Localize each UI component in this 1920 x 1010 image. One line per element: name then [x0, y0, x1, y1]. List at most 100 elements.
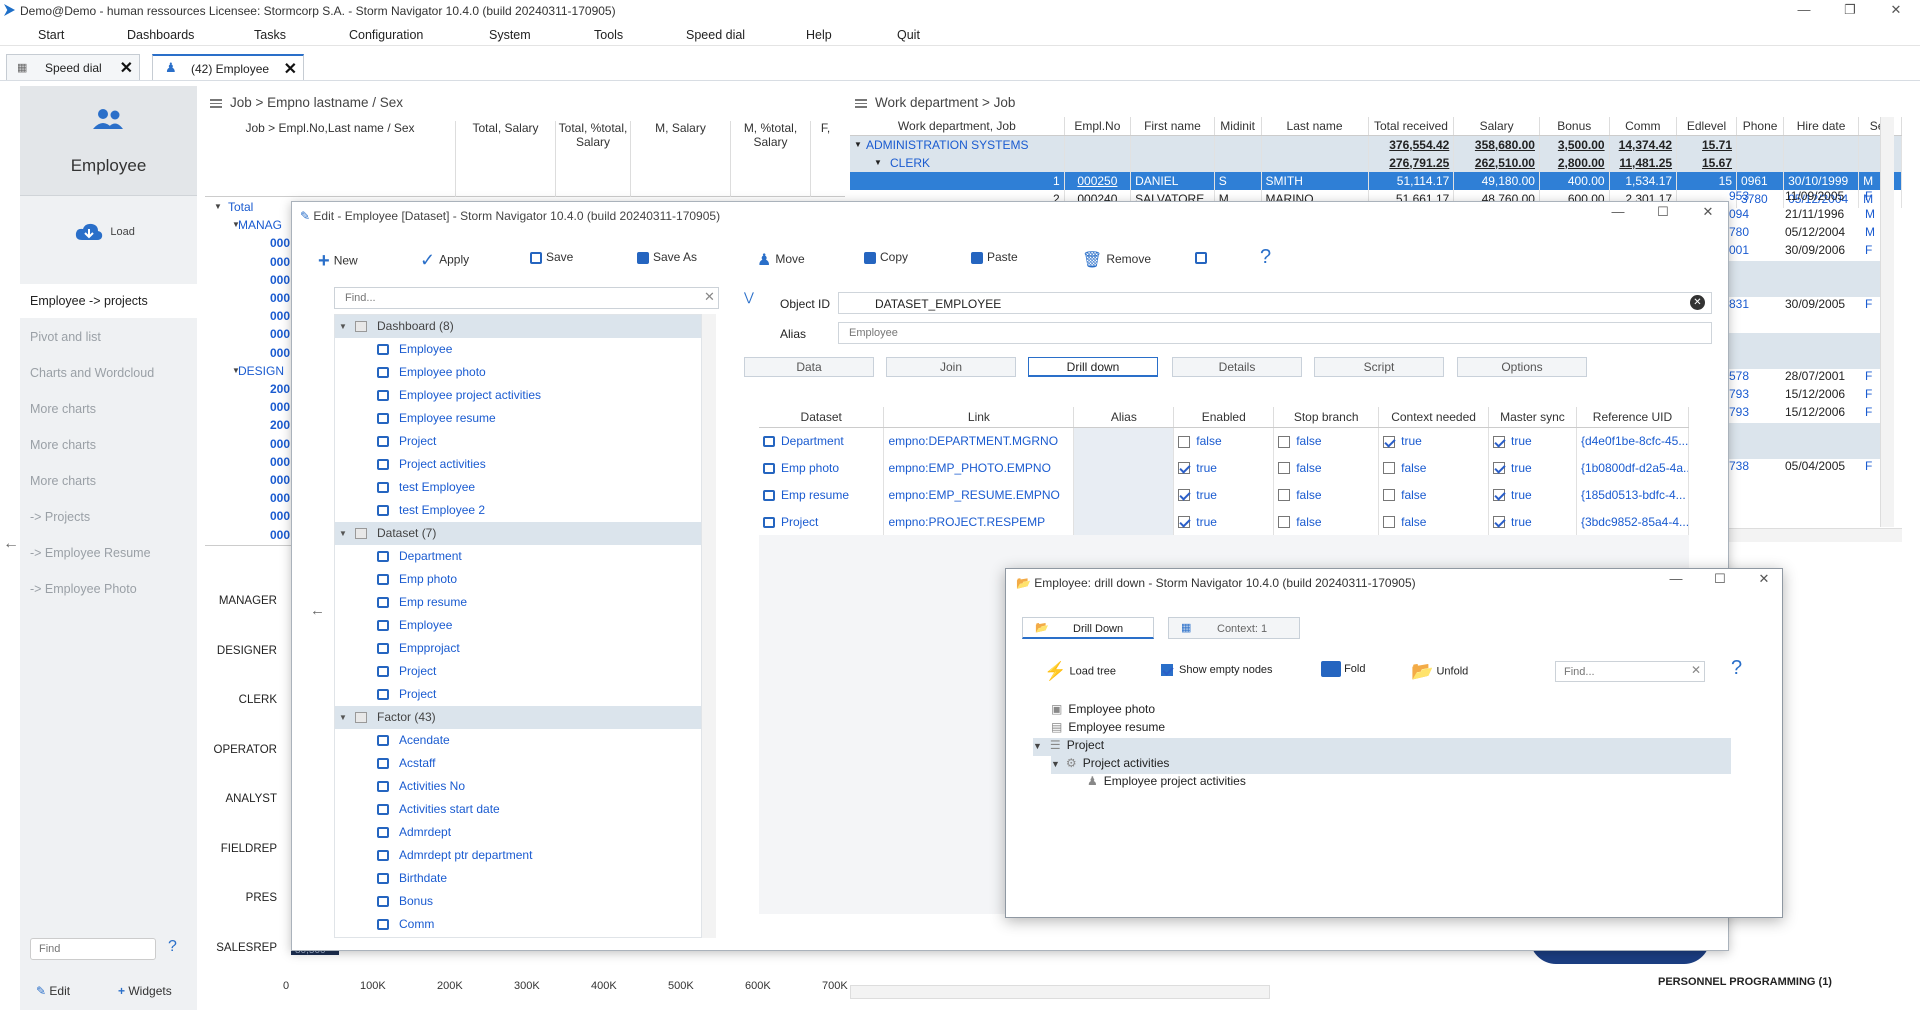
minimize-icon[interactable]: —: [1784, 0, 1824, 22]
group-row[interactable]: ADMINISTRATION SYSTEMS 376,554.42 358,680.…: [850, 135, 1902, 154]
menu-tools[interactable]: Tools: [594, 28, 623, 42]
checkbox[interactable]: [1493, 489, 1506, 502]
tab-drill-down[interactable]: Drill down: [1028, 357, 1158, 377]
pivot-row[interactable]: 000: [270, 509, 290, 523]
partial-row[interactable]: 738 05/04/2005 F: [1727, 459, 1887, 477]
maximize-icon[interactable]: ☐: [1700, 569, 1740, 591]
column-header[interactable]: Hire date: [1783, 117, 1860, 136]
pivot-group-row[interactable]: DESIGN: [238, 364, 284, 378]
tree-item[interactable]: Project: [335, 683, 701, 706]
cn-cell[interactable]: true: [1378, 427, 1490, 454]
column-header[interactable]: Edlevel: [1676, 117, 1738, 136]
link-cell[interactable]: empno:EMP_PHOTO.EMPNO: [883, 454, 1075, 481]
save-as-button[interactable]: Save As: [637, 250, 697, 264]
column-header[interactable]: Dataset: [759, 407, 885, 428]
copy-button[interactable]: Copy: [864, 250, 908, 264]
tree-item[interactable]: Project: [335, 660, 701, 683]
pivot-row[interactable]: 000: [270, 400, 290, 414]
tree-node-selected[interactable]: ▼ ☰ Project: [1033, 738, 1731, 756]
en-cell[interactable]: false: [1173, 427, 1275, 454]
column-header[interactable]: First name: [1130, 117, 1215, 136]
tree-item[interactable]: Acstaff: [335, 752, 701, 775]
pivot-row[interactable]: 000: [270, 291, 290, 305]
column-header[interactable]: Work department, Job: [850, 117, 1065, 136]
tree-group[interactable]: ▼ Dashboard (8): [335, 315, 701, 338]
tree-item[interactable]: test Employee 2: [335, 499, 701, 522]
tree-group[interactable]: ▼ Factor (43): [335, 706, 701, 729]
pivot-col[interactable]: M, %total, Salary: [730, 121, 810, 197]
menu-dashboards[interactable]: Dashboards: [127, 28, 194, 42]
en-cell[interactable]: true: [1173, 481, 1275, 508]
ms-cell[interactable]: true: [1488, 427, 1577, 454]
new-button[interactable]: + New: [318, 250, 358, 273]
tree-node[interactable]: ▤ Employee resume: [1051, 720, 1731, 738]
expand-caret-icon[interactable]: ▼: [232, 366, 240, 375]
checkbox[interactable]: [1178, 435, 1191, 448]
nav-item-projects[interactable]: -> Projects: [20, 500, 197, 534]
checkbox[interactable]: [1278, 462, 1291, 475]
close-tab-icon[interactable]: ✕: [284, 59, 297, 79]
expand-caret-icon[interactable]: ▼: [214, 202, 222, 211]
dataset-cell[interactable]: Emp photo: [759, 454, 885, 481]
tree-item[interactable]: Acendate: [335, 729, 701, 752]
help-icon[interactable]: ?: [1731, 657, 1742, 680]
checkbox[interactable]: [1383, 516, 1396, 529]
tree-item[interactable]: Project: [335, 430, 701, 453]
column-header[interactable]: Total received: [1368, 117, 1455, 136]
remove-button[interactable]: 🗑 Remove: [1082, 250, 1151, 270]
partial-row[interactable]: 780 05/12/2004 M: [1727, 225, 1887, 243]
tree-item[interactable]: Employee project activities: [335, 384, 701, 407]
tree-find-input[interactable]: [334, 287, 719, 309]
tree-item[interactable]: Activities No: [335, 775, 701, 798]
close-tab-icon[interactable]: ✕: [120, 58, 133, 78]
clear-icon[interactable]: ✕: [1691, 663, 1701, 677]
pivot-row[interactable]: 000: [270, 491, 290, 505]
sb-cell[interactable]: false: [1273, 454, 1380, 481]
pivot-row[interactable]: 000: [270, 273, 290, 287]
help-icon[interactable]: ?: [1260, 246, 1271, 269]
pivot-row[interactable]: 000: [270, 455, 290, 469]
nav-item-employee-projects[interactable]: Employee -> projects: [20, 284, 197, 318]
move-button[interactable]: ♟ Move: [757, 250, 805, 270]
pivot-row[interactable]: 000: [270, 528, 290, 542]
checkbox[interactable]: [1493, 435, 1506, 448]
workdept-hscroll[interactable]: [1727, 528, 1902, 542]
tree-item[interactable]: Admrdept ptr department: [335, 844, 701, 867]
column-header[interactable]: Reference UID: [1576, 407, 1690, 428]
tab-join[interactable]: Join: [886, 357, 1016, 377]
tree-item[interactable]: Emp resume: [335, 591, 701, 614]
tab-drill-down[interactable]: 📂 Drill Down: [1022, 617, 1154, 639]
clear-circle-icon[interactable]: ✕: [1690, 295, 1705, 310]
pivot-row[interactable]: 000: [270, 236, 290, 250]
en-cell[interactable]: true: [1173, 454, 1275, 481]
close-icon[interactable]: ✕: [1744, 569, 1784, 591]
nav-find-input[interactable]: [30, 938, 156, 960]
bottom-hscroll[interactable]: [850, 985, 1270, 999]
partial-row[interactable]: 578 28/07/2001 F: [1727, 369, 1887, 387]
tree-item[interactable]: Birthdate: [335, 867, 701, 890]
partial-row[interactable]: 001 30/09/2006 F: [1727, 243, 1887, 261]
empno-cell[interactable]: 000250: [1064, 171, 1132, 190]
checkbox[interactable]: [1493, 462, 1506, 475]
menu-quit[interactable]: Quit: [897, 28, 920, 42]
help-icon[interactable]: ?: [168, 938, 177, 956]
nav-item-charts-wordcloud[interactable]: Charts and Wordcloud: [20, 356, 197, 390]
menu-start[interactable]: Start: [38, 28, 64, 42]
expand-caret-icon[interactable]: ▼: [339, 315, 347, 338]
sb-cell[interactable]: false: [1273, 508, 1380, 535]
dataset-cell[interactable]: Department: [759, 427, 885, 454]
cn-cell[interactable]: false: [1378, 454, 1490, 481]
partial-row[interactable]: 953 11/09/2005 F: [1727, 189, 1887, 207]
table-row[interactable]: Emp photo empno:EMP_PHOTO.EMPNO true false f…: [759, 454, 1690, 481]
restore-icon[interactable]: ❐: [1830, 0, 1870, 22]
minimize-icon[interactable]: —: [1656, 569, 1696, 591]
show-empty-nodes-toggle[interactable]: Show empty nodes: [1161, 664, 1273, 677]
partial-row[interactable]: 793 15/12/2006 F: [1727, 387, 1887, 405]
edit-button[interactable]: ✎ Edit: [36, 984, 70, 998]
pivot-row[interactable]: 200: [270, 418, 290, 432]
pivot-row[interactable]: 000: [270, 255, 290, 269]
pivot-row[interactable]: 000: [270, 327, 290, 341]
nav-item-more-charts[interactable]: More charts: [20, 392, 197, 426]
tree-group[interactable]: ▼ Dataset (7): [335, 522, 701, 545]
tab-employee[interactable]: ♟ (42) Employee ✕: [152, 54, 304, 80]
